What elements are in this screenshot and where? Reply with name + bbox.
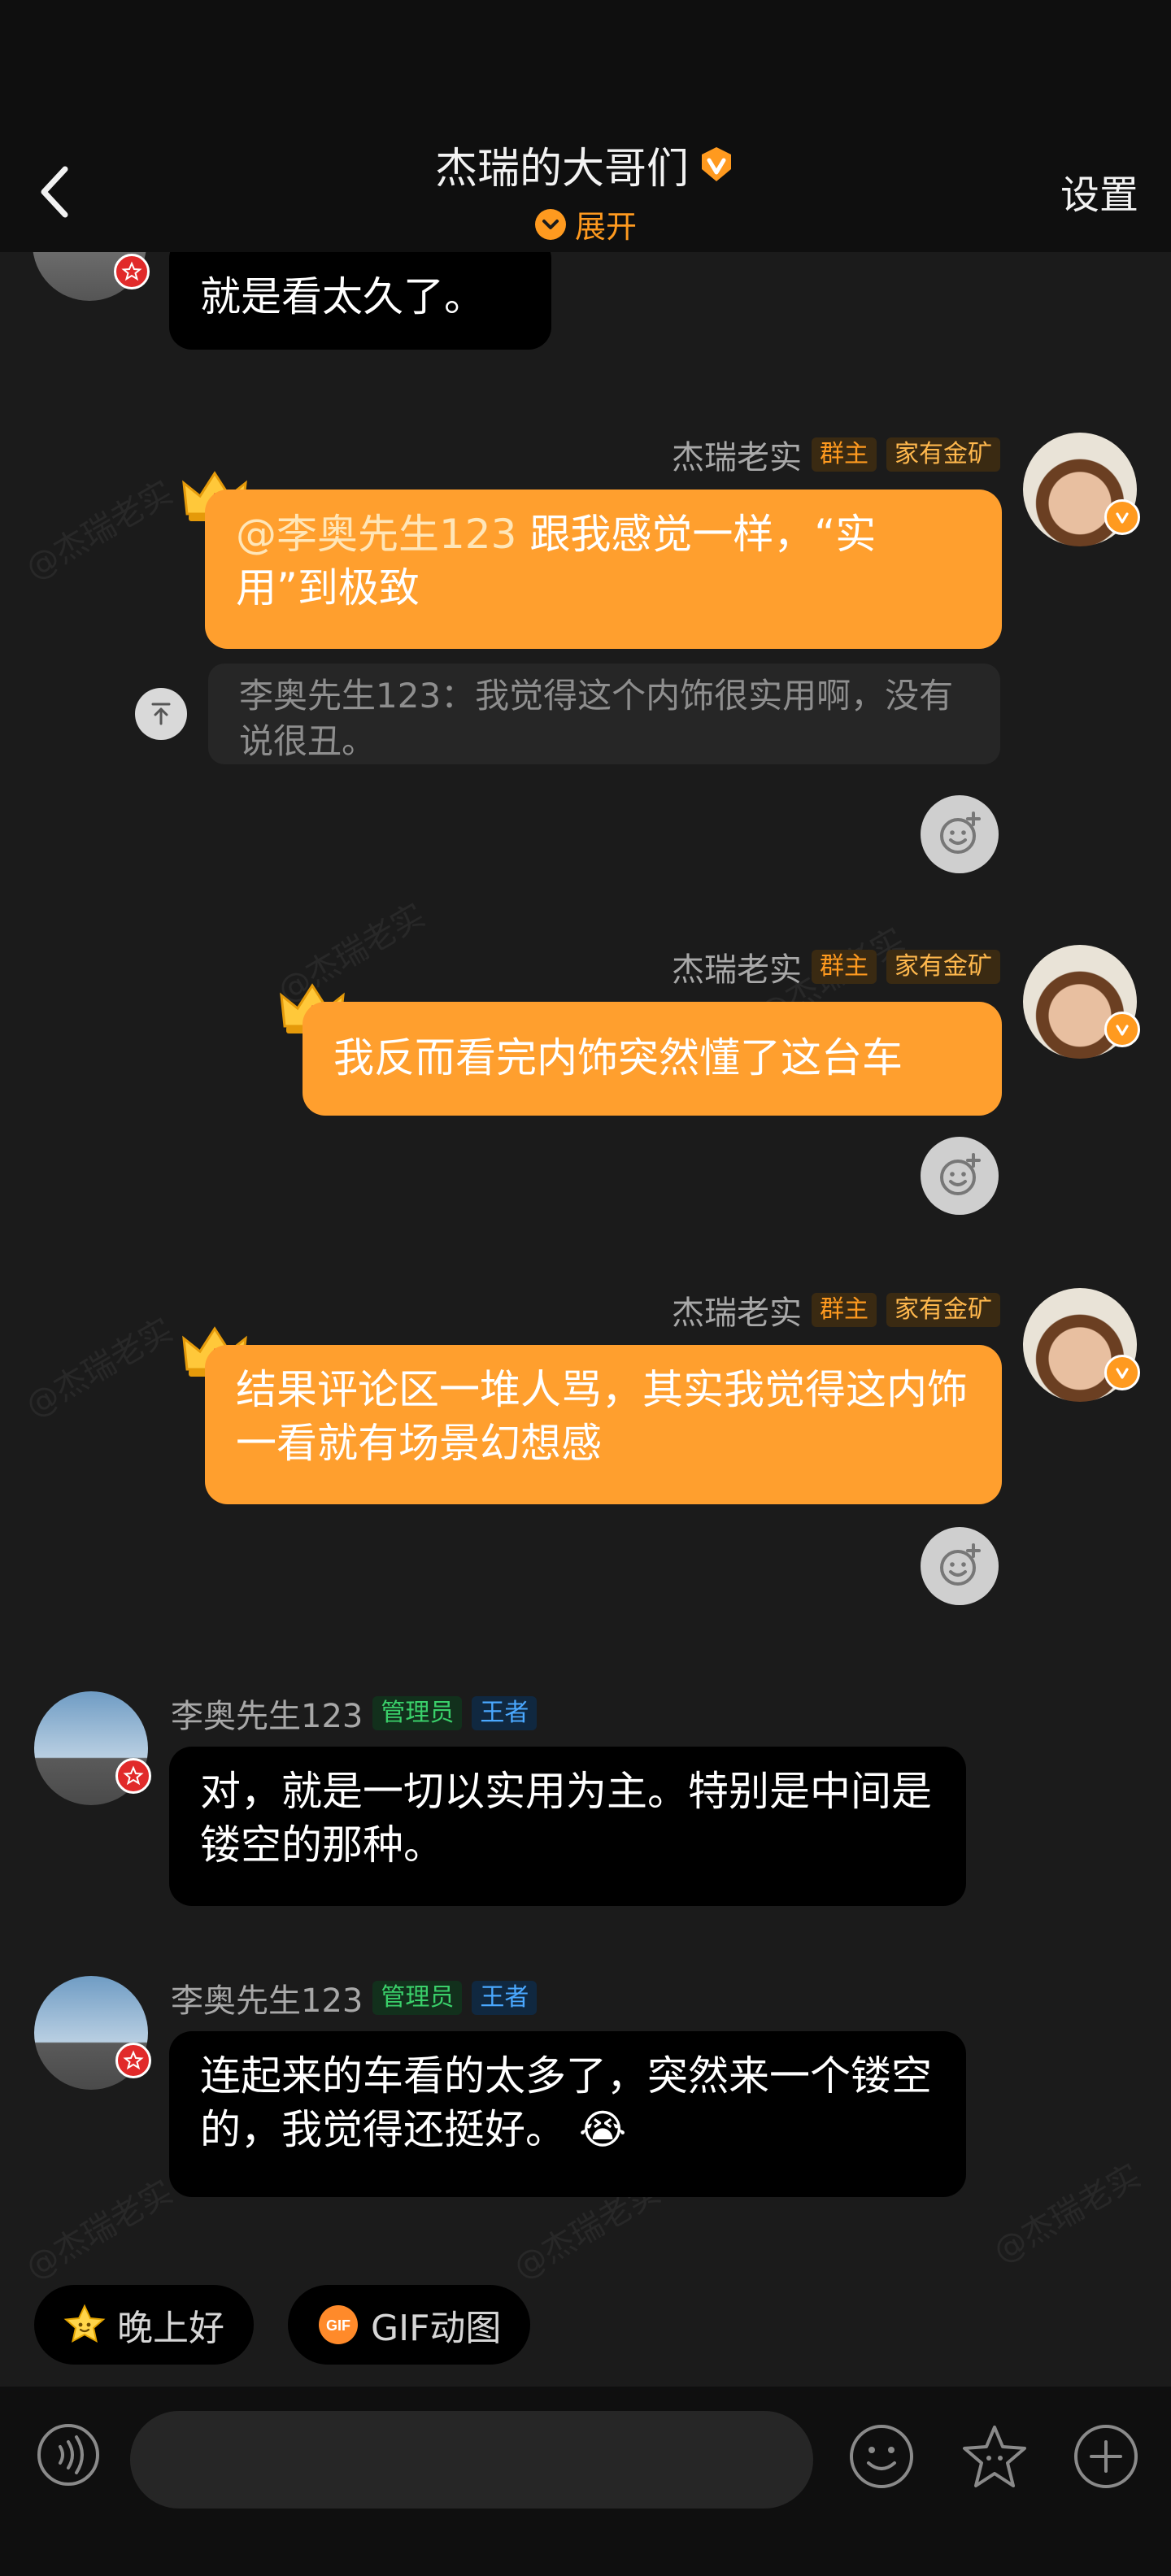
avatar[interactable] xyxy=(34,1691,151,1805)
crying-laughing-emoji: 😭 xyxy=(578,2106,627,2153)
title-tag: 家有金矿 xyxy=(886,1293,1000,1327)
avatar[interactable] xyxy=(1023,433,1140,546)
star-icon xyxy=(123,2050,144,2070)
avatar[interactable] xyxy=(33,252,150,301)
sender-name[interactable]: 杰瑞老实 xyxy=(672,943,802,990)
quick-reply-bar: 晚上好 GIF GIF动图 xyxy=(0,2277,1171,2382)
sender-name[interactable]: 李奥先生123 xyxy=(171,1690,363,1737)
message-bubble[interactable]: @李奥先生123 跟我感觉一样，“实用”到极致 xyxy=(205,490,1002,649)
sender-row: 杰瑞老实 群主 家有金矿 xyxy=(672,1286,1000,1334)
star-face-icon xyxy=(63,2304,106,2343)
voice-icon[interactable] xyxy=(36,2422,101,2487)
verified-badge xyxy=(1104,499,1140,535)
status-bar xyxy=(0,0,1171,130)
quoted-message[interactable]: 李奥先生123：我觉得这个内饰很实用啊，没有说很丑。 xyxy=(208,664,1000,764)
avatar[interactable] xyxy=(1023,945,1140,1059)
watermark: @杰瑞老实 xyxy=(19,473,180,588)
sender-row: 杰瑞老实 群主 家有金矿 xyxy=(672,431,1000,478)
sticker-star-icon[interactable] xyxy=(958,2422,1031,2491)
owner-tag: 群主 xyxy=(812,1293,877,1327)
quote-text: 李奥先生123：我觉得这个内饰很实用啊，没有说很丑。 xyxy=(239,676,954,761)
message-bubble[interactable]: 连起来的车看的太多了，突然来一个镂空的，我觉得还挺好。 😭 xyxy=(169,2031,966,2197)
check-v-icon xyxy=(1116,512,1129,524)
verified-badge-icon xyxy=(702,147,731,181)
arrow-up-bar-icon xyxy=(151,703,171,725)
avatar[interactable] xyxy=(1023,1288,1140,1402)
message-input-bar xyxy=(0,2387,1171,2576)
sender-name[interactable]: 杰瑞老实 xyxy=(672,1286,802,1334)
chat-header: 杰瑞的大哥们 展开 设置 xyxy=(0,130,1171,252)
gif-icon: GIF xyxy=(319,2305,358,2344)
watermark: @杰瑞老实 xyxy=(19,2173,180,2287)
add-reaction-button[interactable] xyxy=(921,1527,999,1605)
emoji-add-icon xyxy=(940,1153,981,1195)
quick-reply-chip[interactable]: 晚上好 xyxy=(34,2285,254,2365)
star-icon xyxy=(123,1765,144,1786)
mention-link[interactable]: @李奥先生123 xyxy=(236,511,516,558)
sender-row: 李奥先生123 管理员 王者 xyxy=(171,1690,538,1737)
sender-name[interactable]: 李奥先生123 xyxy=(171,1974,363,2021)
group-title: 杰瑞的大哥们 xyxy=(434,144,689,194)
settings-button[interactable]: 设置 xyxy=(1060,163,1138,220)
expand-toggle[interactable]: 展开 xyxy=(534,202,637,246)
sender-name[interactable]: 杰瑞老实 xyxy=(672,431,802,478)
owner-tag: 群主 xyxy=(812,437,877,472)
check-v-icon xyxy=(1116,1025,1129,1036)
title-area[interactable]: 杰瑞的大哥们 展开 xyxy=(0,130,1171,252)
sender-row: 李奥先生123 管理员 王者 xyxy=(171,1974,538,2021)
expand-label: 展开 xyxy=(574,209,637,245)
admin-badge xyxy=(115,1758,151,1794)
rank-tag: 王者 xyxy=(472,1981,538,2015)
watermark: @杰瑞老实 xyxy=(986,2156,1147,2271)
chat-message-list[interactable]: @杰瑞老实 @杰瑞老实 @杰瑞老实 @杰瑞老实 @杰瑞老实 @杰瑞老实 @杰瑞老… xyxy=(0,252,1171,2382)
message-text: 结果评论区一堆人骂，其实我觉得这内饰一看就有场景幻想感 xyxy=(236,1366,968,1467)
quick-reply-label: GIF动图 xyxy=(371,2308,502,2349)
message-text: 连起来的车看的太多了，突然来一个镂空的，我觉得还挺好。 xyxy=(200,2052,932,2153)
verified-badge xyxy=(1104,1012,1140,1047)
verified-badge xyxy=(1104,1355,1140,1390)
emoji-add-icon xyxy=(940,1543,981,1586)
title-tag: 家有金矿 xyxy=(886,950,1000,984)
check-v-icon xyxy=(1116,1368,1129,1379)
sender-row: 杰瑞老实 群主 家有金矿 xyxy=(672,943,1000,990)
emoji-icon[interactable] xyxy=(847,2422,916,2491)
chevron-down-circle-icon xyxy=(534,208,566,240)
message-bubble[interactable]: 我反而看完内饰突然懂了这台车 xyxy=(303,1002,1002,1116)
quick-reply-chip[interactable]: GIF GIF动图 xyxy=(288,2285,531,2365)
message-text: 就是看太久了。 xyxy=(200,273,485,320)
jump-to-quote-button[interactable] xyxy=(135,688,187,740)
message-input[interactable] xyxy=(130,2411,813,2509)
admin-tag: 管理员 xyxy=(372,1981,463,2015)
admin-badge xyxy=(114,254,150,289)
avatar[interactable] xyxy=(34,1976,151,2090)
emoji-add-icon xyxy=(940,812,981,854)
message-bubble[interactable]: 就是看太久了。 xyxy=(169,252,551,350)
title-tag: 家有金矿 xyxy=(886,437,1000,472)
rank-tag: 王者 xyxy=(472,1696,538,1730)
message-bubble[interactable]: 结果评论区一堆人骂，其实我觉得这内饰一看就有场景幻想感 xyxy=(205,1345,1002,1504)
admin-tag: 管理员 xyxy=(372,1696,463,1730)
quick-reply-label: 晚上好 xyxy=(117,2308,224,2349)
svg-text:GIF: GIF xyxy=(326,2317,350,2334)
message-text: 我反而看完内饰突然懂了这台车 xyxy=(333,1034,903,1081)
add-reaction-button[interactable] xyxy=(921,795,999,873)
message-text: 对，就是一切以实用为主。特别是中间是镂空的那种。 xyxy=(200,1768,932,1869)
star-icon xyxy=(121,261,142,281)
watermark: @杰瑞老实 xyxy=(19,1311,180,1425)
plus-icon[interactable] xyxy=(1072,2422,1140,2491)
add-reaction-button[interactable] xyxy=(921,1137,999,1215)
message-bubble[interactable]: 对，就是一切以实用为主。特别是中间是镂空的那种。 xyxy=(169,1747,966,1906)
owner-tag: 群主 xyxy=(812,950,877,984)
admin-badge xyxy=(115,2043,151,2078)
